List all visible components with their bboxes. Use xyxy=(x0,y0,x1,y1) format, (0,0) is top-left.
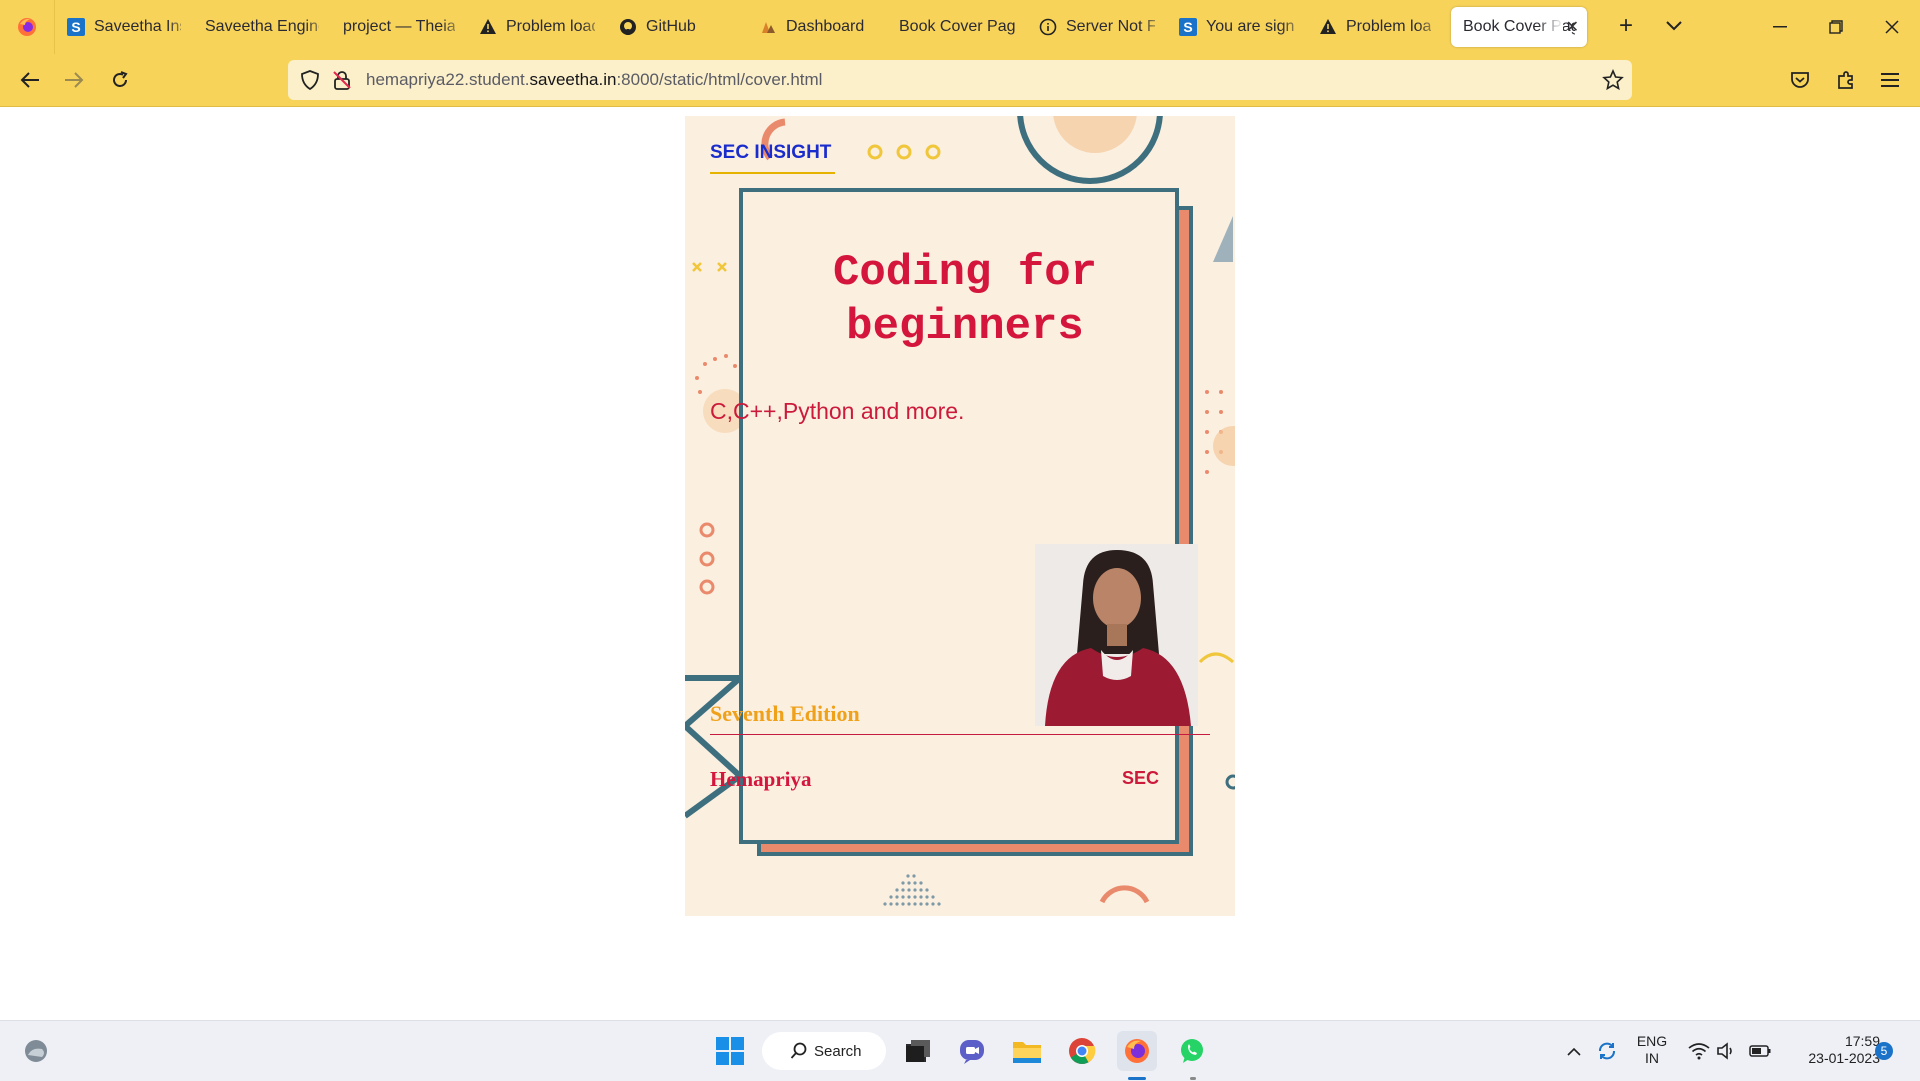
notification-badge[interactable]: 5 xyxy=(1875,1042,1893,1060)
tab-strip: S Saveetha Institute Saveetha Engineerin… xyxy=(55,0,1587,54)
tab-dashboard[interactable]: Dashboard xyxy=(747,7,887,47)
dashboard-icon xyxy=(759,18,777,36)
puzzle-icon xyxy=(1838,71,1853,89)
github-icon xyxy=(619,18,637,36)
weather-widget-icon xyxy=(25,1040,47,1062)
search-label: Search xyxy=(814,1042,862,1060)
firefox-view-button[interactable] xyxy=(0,0,55,54)
close-tab-icon[interactable]: ✕ xyxy=(1566,17,1579,37)
windows-taskbar: Search ENG IN 17:59 23-01-2023 5 xyxy=(0,1020,1920,1081)
chrome-button[interactable] xyxy=(1062,1031,1102,1071)
title-line-1: Coding for xyxy=(832,248,1098,298)
chevron-up-icon xyxy=(1567,1047,1581,1056)
clock-time: 17:59 xyxy=(1844,1033,1880,1049)
tab-github[interactable]: GitHub xyxy=(607,7,747,47)
task-view-icon xyxy=(906,1040,930,1062)
chevron-down-icon xyxy=(1666,21,1682,31)
tab-problem-loading-2[interactable]: Problem loading xyxy=(1307,7,1443,47)
whatsapp-icon xyxy=(1181,1039,1203,1063)
firefox-icon xyxy=(18,18,36,36)
book-title: Coding for beginners xyxy=(745,246,1185,354)
tab-problem-loading-1[interactable]: Problem loading xyxy=(467,7,607,47)
edition-label: Seventh Edition xyxy=(710,701,860,726)
show-hidden-icons-button[interactable] xyxy=(1560,1031,1588,1071)
brand-underline xyxy=(710,172,835,174)
title-line-2: beginners xyxy=(846,302,1084,352)
search-icon xyxy=(790,1042,807,1059)
author-photo xyxy=(1035,544,1198,726)
extensions-button[interactable] xyxy=(1828,62,1864,98)
app-menu-button[interactable] xyxy=(1872,62,1908,98)
bookmark-star-icon[interactable] xyxy=(1602,68,1624,96)
saveetha-icon: S xyxy=(67,18,85,36)
battery-tray-icon[interactable] xyxy=(1746,1031,1774,1071)
task-view-button[interactable] xyxy=(898,1031,938,1071)
minimize-button[interactable] xyxy=(1752,0,1808,54)
author-name: Hemapriya xyxy=(710,767,812,791)
info-icon xyxy=(1039,18,1057,36)
windows-logo-icon xyxy=(716,1037,744,1065)
sync-icon xyxy=(1599,1042,1615,1060)
volume-tray-icon[interactable] xyxy=(1712,1031,1740,1071)
minimize-icon xyxy=(1773,26,1787,28)
tab-project-theia[interactable]: project — Theia xyxy=(331,7,467,47)
url-bar[interactable]: hemapriya22.student.saveetha.in:8000/sta… xyxy=(288,60,1632,100)
tab-book-cover-page[interactable]: Book Cover Page xyxy=(887,7,1027,47)
warning-icon xyxy=(479,18,497,36)
wifi-icon xyxy=(1688,1043,1710,1060)
forward-button[interactable] xyxy=(56,62,92,98)
navigation-toolbar: hemapriya22.student.saveetha.in:8000/sta… xyxy=(0,54,1920,107)
tab-saveetha-engineering[interactable]: Saveetha Engineering xyxy=(193,7,331,47)
arrow-left-icon xyxy=(20,72,39,88)
book-cover: SEC INSIGHT Coding for beginners C,C++,P… xyxy=(685,116,1235,916)
start-button[interactable] xyxy=(710,1031,750,1071)
tracking-protection-icon[interactable] xyxy=(300,70,320,95)
clock[interactable]: 17:59 23-01-2023 xyxy=(1784,1033,1880,1067)
arrow-right-icon xyxy=(65,72,84,88)
reload-button[interactable] xyxy=(102,62,138,98)
tab-bar: S Saveetha Institute Saveetha Engineerin… xyxy=(0,0,1920,54)
sync-tray-icon[interactable] xyxy=(1592,1031,1622,1071)
insecure-lock-icon[interactable] xyxy=(332,70,352,95)
reload-icon xyxy=(113,71,128,87)
battery-icon xyxy=(1749,1045,1771,1057)
close-window-button[interactable] xyxy=(1864,0,1920,54)
publisher-name: SEC xyxy=(1122,768,1160,788)
firefox-taskbar-button[interactable] xyxy=(1117,1031,1157,1071)
tab-server-not-found[interactable]: Server Not Found xyxy=(1027,7,1167,47)
brand-name: SEC INSIGHT xyxy=(710,142,832,163)
url-text[interactable]: hemapriya22.student.saveetha.in:8000/sta… xyxy=(366,70,822,90)
restore-icon xyxy=(1829,20,1843,34)
new-tab-button[interactable]: + xyxy=(1608,8,1644,44)
language-indicator[interactable]: ENG IN xyxy=(1632,1033,1672,1067)
list-all-tabs-button[interactable] xyxy=(1656,8,1692,44)
back-button[interactable] xyxy=(12,62,48,98)
tab-you-are-signed[interactable]: S You are signed xyxy=(1167,7,1307,47)
teams-chat-button[interactable] xyxy=(952,1031,992,1071)
warning-icon xyxy=(1319,18,1337,36)
network-tray-icon[interactable] xyxy=(1685,1031,1713,1071)
book-subtitle: C,C++,Python and more. xyxy=(710,398,965,424)
chrome-icon xyxy=(1069,1038,1096,1064)
taskbar-search[interactable]: Search xyxy=(762,1032,886,1070)
file-explorer-button[interactable] xyxy=(1007,1031,1047,1071)
pocket-icon xyxy=(1791,72,1809,88)
speaker-icon xyxy=(1717,1042,1732,1060)
folder-icon xyxy=(1013,1042,1041,1063)
close-icon xyxy=(1885,20,1899,34)
whatsapp-button[interactable] xyxy=(1172,1031,1212,1071)
saveetha-icon: S xyxy=(1179,18,1197,36)
restore-button[interactable] xyxy=(1808,0,1864,54)
clock-date: 23-01-2023 xyxy=(1808,1050,1880,1066)
hamburger-menu-icon xyxy=(1881,73,1899,87)
edition-divider xyxy=(710,734,1210,735)
widgets-button[interactable] xyxy=(16,1031,56,1071)
tab-saveetha-institute[interactable]: S Saveetha Institute xyxy=(55,7,193,47)
firefox-icon xyxy=(1125,1039,1149,1063)
chat-icon xyxy=(960,1040,984,1064)
pocket-button[interactable] xyxy=(1782,62,1818,98)
tab-book-cover-page-active[interactable]: Book Cover Page ✕ xyxy=(1451,7,1587,47)
